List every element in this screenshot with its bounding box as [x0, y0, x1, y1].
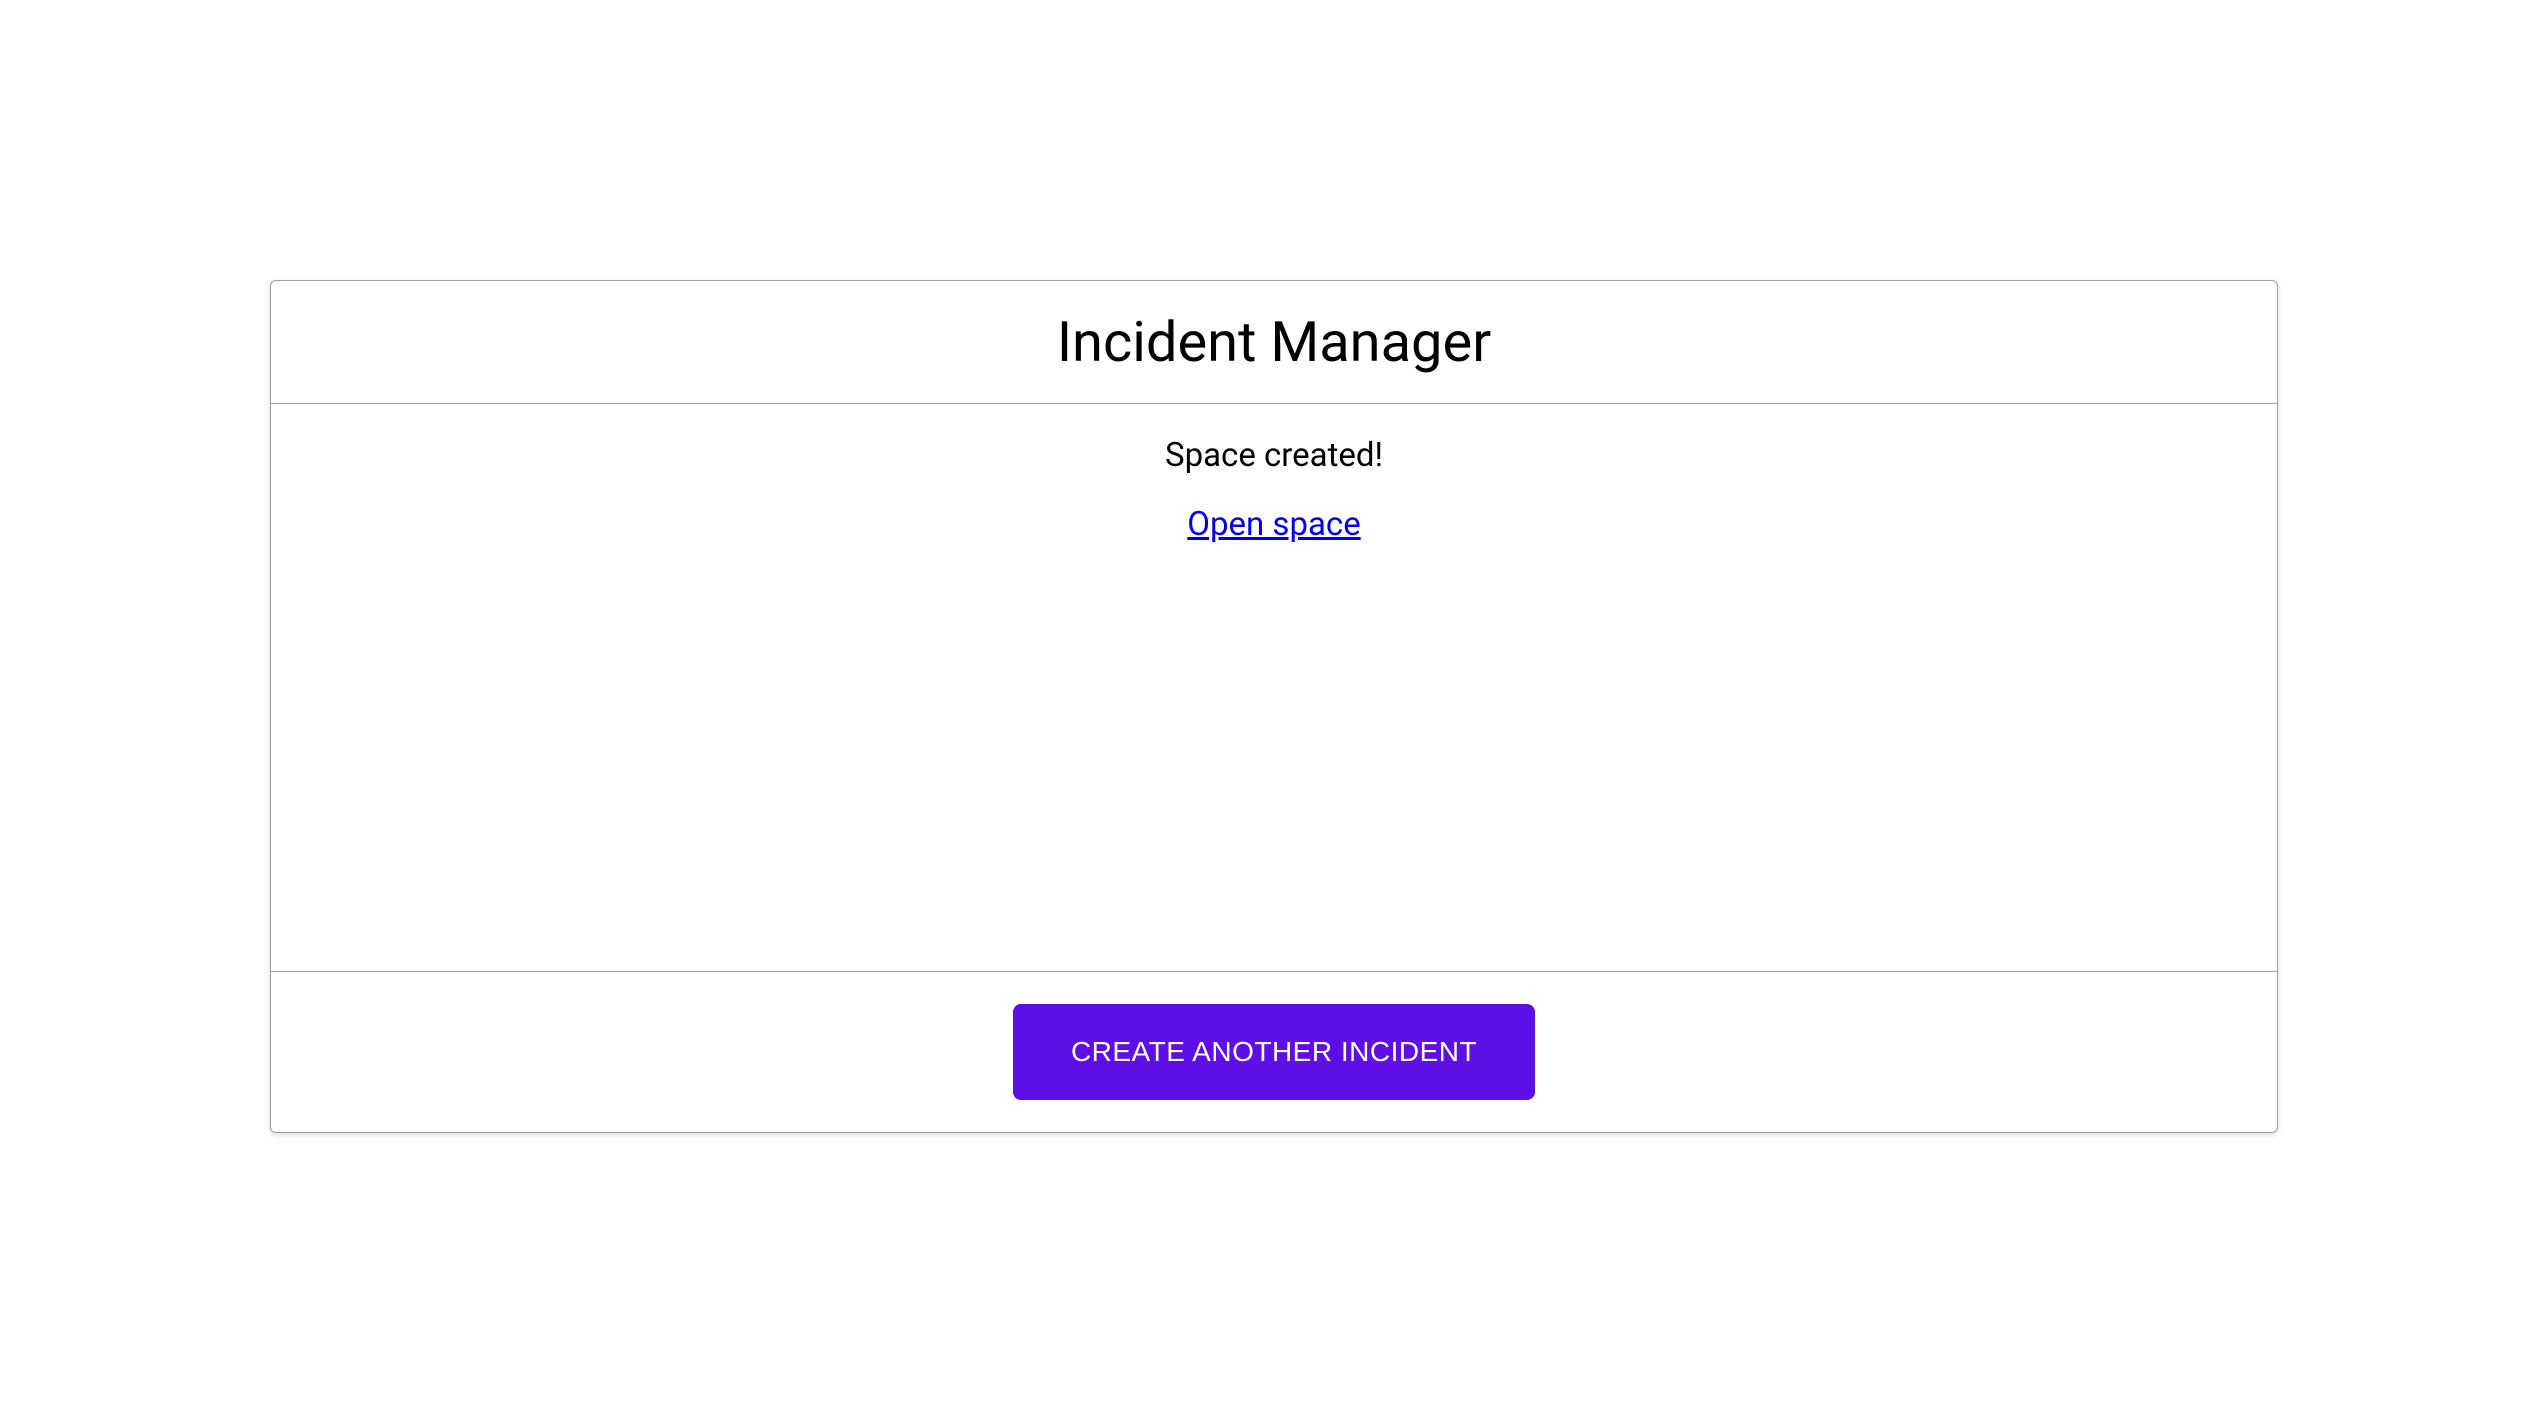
open-space-link[interactable]: Open space: [1187, 505, 1360, 544]
status-message: Space created!: [271, 436, 2277, 475]
page-title: Incident Manager: [271, 309, 2277, 375]
card-body: Space created! Open space: [271, 404, 2277, 972]
card-header: Incident Manager: [271, 281, 2277, 404]
card-footer: CREATE ANOTHER INCIDENT: [271, 972, 2277, 1132]
incident-manager-card: Incident Manager Space created! Open spa…: [270, 280, 2278, 1133]
create-another-incident-button[interactable]: CREATE ANOTHER INCIDENT: [1013, 1004, 1535, 1100]
